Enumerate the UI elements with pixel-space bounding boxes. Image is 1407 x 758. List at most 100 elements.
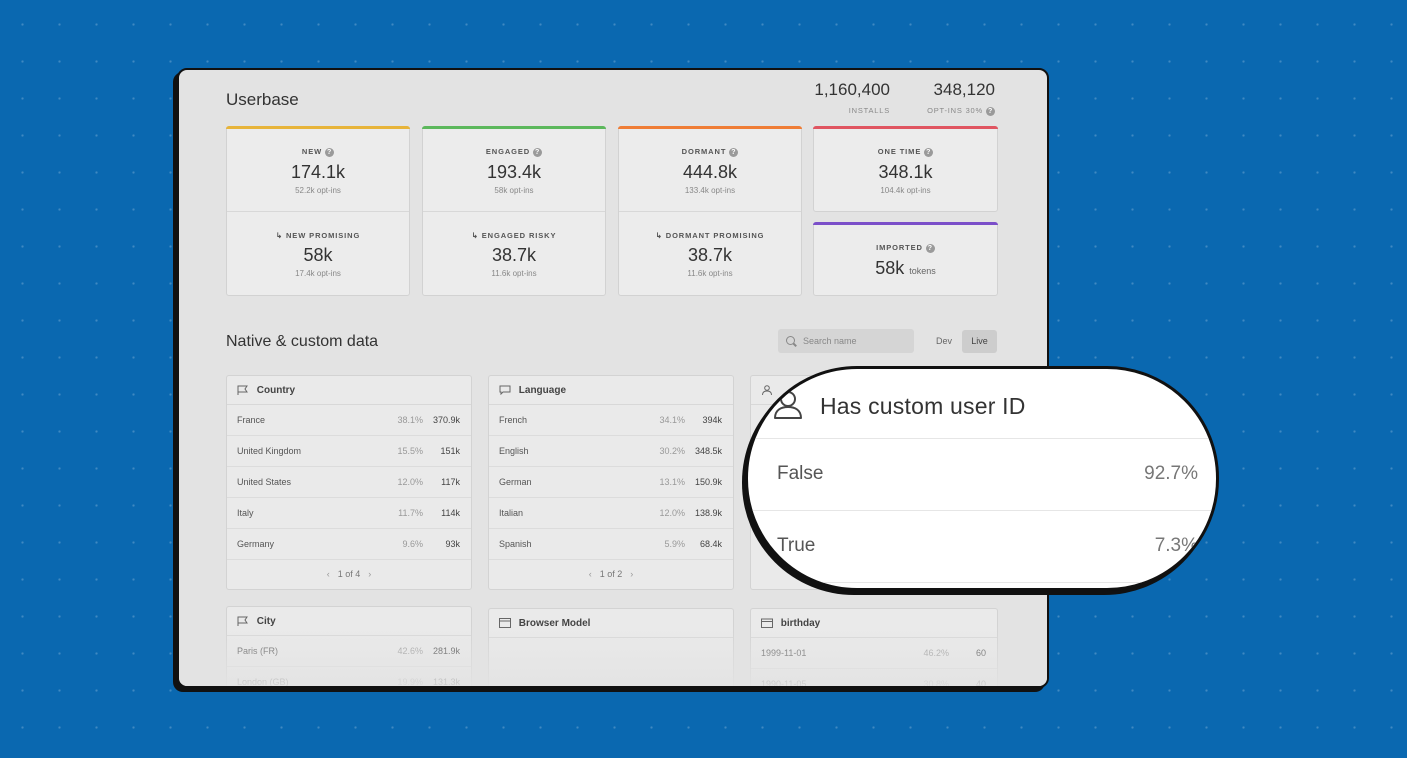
live-toggle[interactable]: Live xyxy=(962,330,997,353)
page-indicator: 1 of 2 xyxy=(599,569,623,579)
sub-segment-value: 58k xyxy=(303,245,333,265)
country-panel: Country France 38.1% 370.9k United Kingdom… xyxy=(226,375,472,590)
row-percent: 9.6% xyxy=(402,539,423,549)
page-indicator: 1 of 4 xyxy=(337,569,361,579)
row-percent: 30.2% xyxy=(659,446,685,456)
browser-icon xyxy=(499,618,511,629)
row-label: 1990-11-05 xyxy=(761,679,807,688)
table-row[interactable]: Italian 12.0% 138.9k xyxy=(489,498,733,529)
row-label: France xyxy=(237,415,266,425)
panel-title: City xyxy=(256,616,276,627)
next-page-button[interactable]: › xyxy=(368,569,371,579)
callout-title: Has custom user ID xyxy=(820,393,1026,419)
table-row[interactable]: United Kingdom 15.5% 151k xyxy=(227,436,471,467)
segment-unit: tokens xyxy=(909,265,936,276)
segment-title: DORMANT xyxy=(681,147,727,156)
language-panel: Language French 34.1% 394k English 30.2% 348… xyxy=(488,375,734,590)
sub-segment-dormant-promising[interactable]: ↳ DORMANT PROMISING 38.7k 11.6k opt-ins xyxy=(619,231,801,278)
help-icon[interactable]: ? xyxy=(925,243,935,253)
row-percent: 12.0% xyxy=(659,508,685,518)
table-row[interactable]: United States 12.0% 117k xyxy=(227,467,471,498)
prev-page-button[interactable]: ‹ xyxy=(589,569,592,579)
row-percent: 19.9% xyxy=(397,677,423,687)
row-label: Paris (FR) xyxy=(237,646,278,656)
help-icon[interactable]: ? xyxy=(924,147,934,157)
segment-value: 444.8k xyxy=(682,161,738,182)
sub-segment-new-promising[interactable]: ↳ NEW PROMISING 58k 17.4k opt-ins xyxy=(227,231,409,278)
sub-segment-value: 38.7k xyxy=(687,245,733,265)
calendar-icon xyxy=(761,618,773,629)
row-label: United States xyxy=(237,477,292,487)
row-percent: 38.1% xyxy=(397,415,423,425)
row-count: 117k xyxy=(441,477,460,487)
sub-segment-optins: 11.6k opt-ins xyxy=(491,269,537,278)
segment-card-one-time[interactable]: ONE TIME? 348.1k 104.4k opt-ins xyxy=(813,126,998,212)
prev-page-button[interactable]: ‹ xyxy=(327,569,330,579)
row-count: 138.9k xyxy=(694,508,722,518)
segment-card-engaged[interactable]: ENGAGED? 193.4k 58k opt-ins ↳ ENGAGED RI… xyxy=(422,126,606,296)
row-label: Germany xyxy=(237,539,275,549)
row-percent: 46.2% xyxy=(923,648,949,658)
row-percent: 13.1% xyxy=(659,477,685,487)
segment-title: IMPORTED xyxy=(876,243,923,252)
table-row[interactable]: 1999-11-01 46.2% 60 xyxy=(751,638,997,669)
next-page-button[interactable]: › xyxy=(630,569,633,579)
table-row[interactable]: Paris (FR) 42.6% 281.9k xyxy=(227,636,471,667)
row-count: 40 xyxy=(975,679,986,688)
row-percent: 7.3% xyxy=(1154,535,1198,556)
sub-segment-engaged-risky[interactable]: ↳ ENGAGED RISKY 38.7k 11.6k opt-ins xyxy=(423,231,605,278)
row-percent: 5.9% xyxy=(664,539,685,549)
segment-title: ONE TIME xyxy=(877,147,922,156)
custom-user-id-zoom-callout: Has custom user ID False 92.7% True 7.3% xyxy=(745,366,1219,591)
search-input[interactable]: Search name xyxy=(778,329,914,353)
row-count: 150.9k xyxy=(694,477,722,487)
pagination: ‹ 1 of 4 › xyxy=(227,560,471,589)
segment-value: 174.1k xyxy=(290,161,346,182)
row-percent: 42.6% xyxy=(397,646,423,656)
table-row[interactable]: France 38.1% 370.9k xyxy=(227,405,471,436)
optins-value: 348,120 xyxy=(933,80,995,99)
speech-bubble-icon xyxy=(499,385,511,396)
dev-toggle[interactable]: Dev xyxy=(926,330,962,353)
table-row[interactable]: False 92.7% xyxy=(748,439,1216,511)
segment-color-bar xyxy=(422,126,606,129)
table-row[interactable]: German 13.1% 150.9k xyxy=(489,467,733,498)
table-row[interactable]: Spanish 5.9% 68.4k xyxy=(489,529,733,560)
help-icon[interactable]: ? xyxy=(325,147,335,157)
help-icon[interactable]: ? xyxy=(533,147,543,157)
row-label: English xyxy=(499,446,529,456)
panel-title: Browser Model xyxy=(518,618,591,629)
section-title: Native & custom data xyxy=(226,333,379,350)
row-label: Italian xyxy=(499,508,524,518)
segment-title: NEW xyxy=(301,147,323,156)
row-count: 68.4k xyxy=(699,539,722,549)
segment-card-dormant[interactable]: DORMANT? 444.8k 133.4k opt-ins ↳ DORMANT… xyxy=(618,126,802,296)
browser-model-panel: Browser Model xyxy=(488,608,734,686)
row-label: True xyxy=(777,535,816,556)
search-icon xyxy=(786,336,795,345)
row-percent: 34.1% xyxy=(659,415,685,425)
segment-color-bar xyxy=(813,126,998,129)
sub-segment-optins: 17.4k opt-ins xyxy=(295,269,341,278)
row-count: 114k xyxy=(441,508,460,518)
help-icon[interactable]: ? xyxy=(729,147,739,157)
row-percent: 11.7% xyxy=(398,508,423,518)
table-row[interactable]: True 7.3% xyxy=(748,511,1216,583)
segment-optins: 52.2k opt-ins xyxy=(295,185,341,195)
table-row[interactable]: French 34.1% 394k xyxy=(489,405,733,436)
row-label: London (GB) xyxy=(237,677,289,687)
help-icon[interactable]: ? xyxy=(986,106,995,116)
panel-title: Country xyxy=(256,385,296,396)
table-row[interactable]: Germany 9.6% 93k xyxy=(227,529,471,560)
table-row[interactable]: Italy 11.7% 114k xyxy=(227,498,471,529)
table-row[interactable]: 1990-11-05 30.8% 40 xyxy=(751,669,997,688)
flag-icon xyxy=(237,616,248,627)
table-row[interactable]: London (GB) 19.9% 131.3k xyxy=(227,667,471,687)
optins-label: OPT-INS 30% xyxy=(927,106,983,115)
segment-card-imported[interactable]: IMPORTED? 58k tokens xyxy=(813,222,998,296)
segment-card-new[interactable]: NEW? 174.1k 52.2k opt-ins ↳ NEW PROMISIN… xyxy=(226,126,410,296)
sub-segment-title: ↳ NEW PROMISING xyxy=(275,231,361,240)
installs-value: 1,160,400 xyxy=(814,80,890,99)
table-row[interactable]: English 30.2% 348.5k xyxy=(489,436,733,467)
panel-title: Language xyxy=(518,385,567,396)
